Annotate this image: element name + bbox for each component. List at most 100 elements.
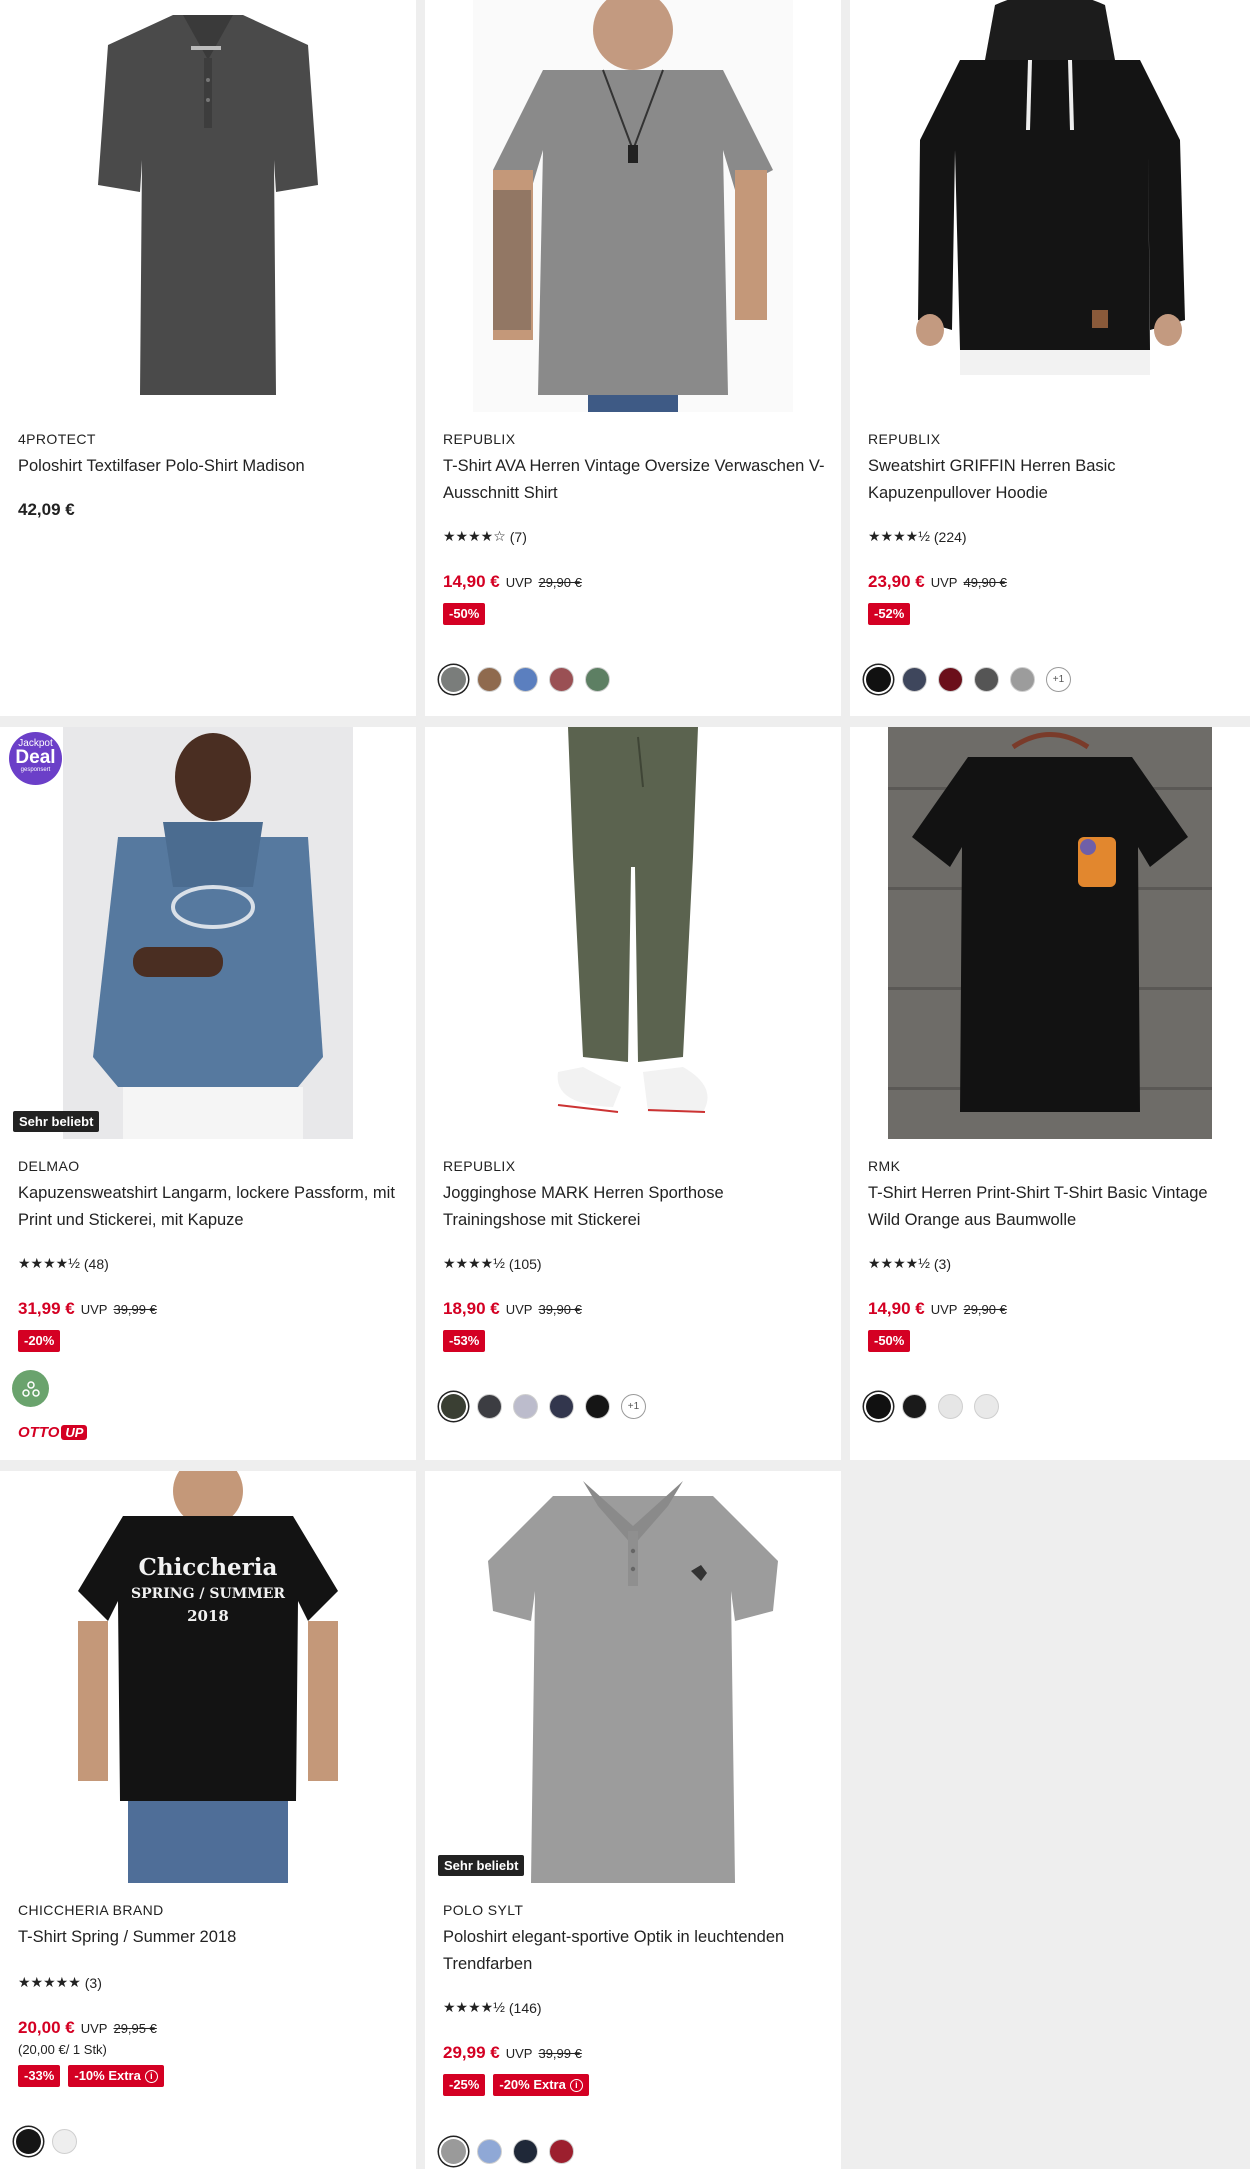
product-brand: REPUBLIX: [443, 1158, 516, 1174]
color-swatch[interactable]: [974, 1394, 999, 1419]
color-swatch[interactable]: [441, 2139, 466, 2164]
product-title[interactable]: T-Shirt Herren Print-Shirt T-Shirt Basic…: [868, 1180, 1236, 1234]
color-swatch[interactable]: [16, 2129, 41, 2154]
product-card[interactable]: 4PROTECT Poloshirt Textilfaser Polo-Shir…: [0, 0, 416, 716]
info-icon[interactable]: i: [144, 2069, 158, 2083]
jackpot-line3: gesponsert: [20, 767, 51, 773]
product-price: 20,00 €: [18, 2018, 75, 2037]
discount-badges: -52%: [868, 603, 911, 625]
color-swatch[interactable]: [974, 667, 999, 692]
discount-badges: -33% -10% Extra i: [18, 2065, 164, 2087]
popular-tag: Sehr beliebt: [438, 1855, 525, 1876]
uvp-label: UVP: [80, 1302, 108, 1317]
color-swatch[interactable]: [513, 1394, 538, 1419]
product-card[interactable]: RMK T-Shirt Herren Print-Shirt T-Shirt B…: [850, 727, 1250, 1460]
product-card[interactable]: REPUBLIX Sweatshirt GRIFFIN Herren Basic…: [850, 0, 1250, 716]
discount-badges: -50%: [868, 1330, 911, 1352]
color-swatch[interactable]: [938, 1394, 963, 1419]
price-row: 20,00 € UVP 29,95 €: [18, 2018, 157, 2038]
product-card[interactable]: REPUBLIX T-Shirt AVA Herren Vintage Over…: [425, 0, 841, 716]
uvp-price: 39,90 €: [538, 1302, 582, 1317]
jackpot-deal-badge[interactable]: Jackpot Deal gesponsert: [9, 732, 62, 785]
discount-badge: -53%: [443, 1330, 486, 1352]
uvp-price: 29,95 €: [113, 2021, 157, 2036]
color-swatches: [16, 2129, 77, 2154]
rating-count: (146): [508, 1999, 542, 2016]
product-title[interactable]: T-Shirt AVA Herren Vintage Oversize Verw…: [443, 453, 827, 507]
product-card[interactable]: Chiccheria SPRING / SUMMER 2018 CHICCHER…: [0, 1471, 416, 2169]
color-swatch[interactable]: [585, 1394, 610, 1419]
product-image[interactable]: [425, 0, 841, 412]
product-brand: POLO SYLT: [443, 1902, 524, 1918]
rating: ★★★★½ (105): [443, 1255, 542, 1272]
extra-discount-badge[interactable]: -10% Extra i: [68, 2065, 164, 2087]
rating-count: (3): [933, 1255, 952, 1272]
product-title[interactable]: Sweatshirt GRIFFIN Herren Basic Kapuzenp…: [868, 453, 1236, 507]
color-swatch[interactable]: [441, 1394, 466, 1419]
product-title[interactable]: Poloshirt elegant-sportive Optik in leuc…: [443, 1924, 827, 1978]
product-title[interactable]: Jogginghose MARK Herren Sporthose Traini…: [443, 1180, 827, 1234]
product-image[interactable]: [425, 1471, 841, 1883]
info-icon[interactable]: i: [569, 2078, 583, 2092]
product-price: 23,90 €: [868, 572, 925, 591]
product-brand: REPUBLIX: [868, 431, 941, 447]
color-swatch[interactable]: [477, 2139, 502, 2164]
product-image[interactable]: [0, 0, 416, 412]
color-swatch[interactable]: [549, 1394, 574, 1419]
price-row: 42,09 €: [18, 500, 75, 520]
popular-tag: Sehr beliebt: [13, 1111, 100, 1132]
product-image[interactable]: [0, 727, 416, 1139]
color-swatch[interactable]: [585, 667, 610, 692]
more-colors-button[interactable]: +1: [1046, 667, 1071, 692]
rating: ★★★★½ (3): [868, 1255, 951, 1272]
color-swatch[interactable]: [441, 667, 466, 692]
product-price: 14,90 €: [443, 572, 500, 591]
color-swatch[interactable]: [549, 2139, 574, 2164]
color-swatch[interactable]: [902, 667, 927, 692]
color-swatch[interactable]: [1010, 667, 1035, 692]
price-row: 18,90 € UVP 39,90 €: [443, 1299, 582, 1319]
product-card[interactable]: REPUBLIX Jogginghose MARK Herren Sportho…: [425, 727, 841, 1460]
otto-up-label: OTTO: [18, 1424, 60, 1441]
rating-count: (224): [933, 528, 967, 545]
rating: ★★★★½ (224): [868, 528, 967, 545]
color-swatch[interactable]: [513, 2139, 538, 2164]
color-swatch[interactable]: [866, 667, 891, 692]
star-rating-icon: ★★★★★: [18, 1974, 81, 1990]
color-swatch[interactable]: [549, 667, 574, 692]
uvp-label: UVP: [930, 1302, 958, 1317]
product-card[interactable]: Sehr beliebt POLO SYLT Poloshirt elegant…: [425, 1471, 841, 2169]
discount-badges: -53%: [443, 1330, 486, 1352]
product-image[interactable]: [850, 727, 1250, 1139]
color-swatch[interactable]: [902, 1394, 927, 1419]
product-price: 14,90 €: [868, 1299, 925, 1318]
product-title[interactable]: Kapuzensweatshirt Langarm, lockere Passf…: [18, 1180, 402, 1234]
product-image[interactable]: Chiccheria SPRING / SUMMER 2018: [0, 1471, 416, 1883]
otto-up-logo: OTTO UP: [18, 1424, 88, 1441]
product-title[interactable]: T-Shirt Spring / Summer 2018: [18, 1924, 402, 1951]
discount-badge: -50%: [443, 603, 486, 625]
product-title[interactable]: Poloshirt Textilfaser Polo-Shirt Madison: [18, 453, 402, 480]
price-row: 23,90 € UVP 49,90 €: [868, 572, 1007, 592]
product-brand: DELMAO: [18, 1158, 80, 1174]
price-row: 14,90 € UVP 29,90 €: [868, 1299, 1007, 1319]
unit-price: (20,00 €/ 1 Stk): [18, 2042, 107, 2057]
product-brand: 4PROTECT: [18, 431, 96, 447]
color-swatch[interactable]: [477, 1394, 502, 1419]
product-brand: REPUBLIX: [443, 431, 516, 447]
uvp-price: 49,90 €: [963, 575, 1007, 590]
color-swatch[interactable]: [938, 667, 963, 692]
color-swatch[interactable]: [513, 667, 538, 692]
extra-discount-badge[interactable]: -20% Extra i: [493, 2074, 589, 2096]
color-swatch[interactable]: [477, 667, 502, 692]
color-swatch[interactable]: [866, 1394, 891, 1419]
uvp-label: UVP: [80, 2021, 108, 2036]
product-image[interactable]: [850, 0, 1250, 412]
product-card[interactable]: Jackpot Deal gesponsert Sehr beliebt DEL…: [0, 727, 416, 1460]
more-colors-button[interactable]: +1: [621, 1394, 646, 1419]
jackpot-line2: Deal: [15, 747, 56, 768]
product-image[interactable]: [425, 727, 841, 1139]
color-swatch[interactable]: [52, 2129, 77, 2154]
product-price: 42,09 €: [18, 500, 75, 519]
uvp-label: UVP: [505, 1302, 533, 1317]
